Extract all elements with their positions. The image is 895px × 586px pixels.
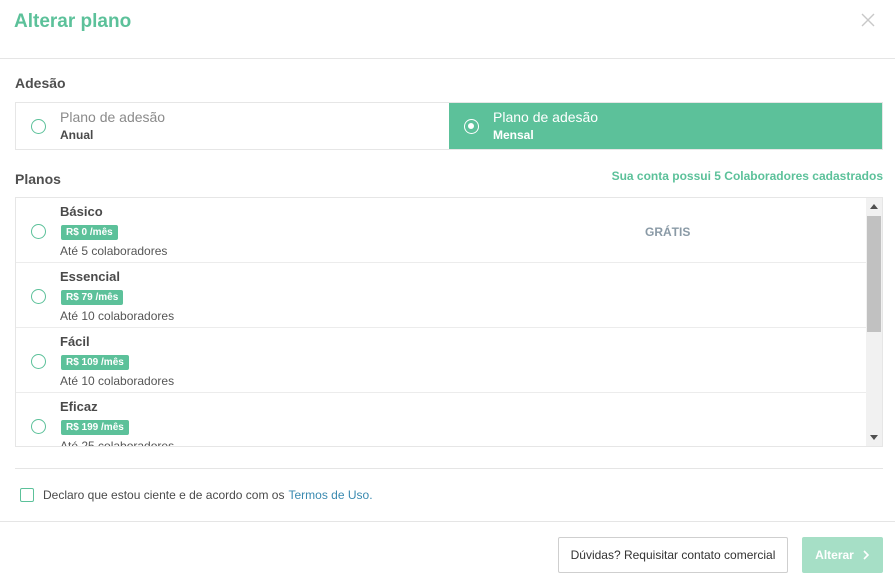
modal-header: Alterar plano [0, 0, 895, 59]
price-badge: R$ 109 /mês [61, 355, 129, 370]
plan-description: Até 10 colaboradores [60, 309, 175, 323]
radio-button[interactable] [31, 224, 46, 239]
plans-scrollbar[interactable] [866, 198, 882, 446]
adesao-option-title: Plano de adesão [60, 109, 166, 125]
plan-name: Essencial [60, 269, 120, 284]
request-contact-button[interactable]: Dúvidas? Requisitar contato comercial [558, 537, 788, 573]
plan-row-facil[interactable]: Fácil R$ 109 /mês Até 10 colaboradores [16, 328, 866, 393]
scroll-down-arrow-icon[interactable] [870, 435, 878, 440]
plan-description: Até 5 colaboradores [60, 244, 168, 258]
plans-list-container: Básico R$ 0 /mês Até 5 colaboradores GRÁ… [15, 197, 883, 447]
adesao-selector: Plano de adesão Anual Plano de adesão Me… [15, 102, 883, 150]
adesao-label: Adesão [15, 75, 66, 91]
plan-name: Fácil [60, 334, 90, 349]
radio-button[interactable] [31, 354, 46, 369]
scroll-up-arrow-icon[interactable] [870, 204, 878, 209]
radio-button-selected[interactable] [464, 119, 479, 134]
adesao-option-period: Anual [60, 128, 94, 142]
plan-row-basico[interactable]: Básico R$ 0 /mês Até 5 colaboradores GRÁ… [16, 198, 866, 263]
terms-text: Declaro que estou ciente e de acordo com… [43, 488, 285, 502]
adesao-option-period: Mensal [493, 128, 534, 142]
modal-title: Alterar plano [14, 11, 132, 32]
radio-button[interactable] [31, 289, 46, 304]
plan-description: Até 25 colaboradores [60, 439, 175, 447]
radio-button[interactable] [31, 119, 46, 134]
plan-free-label: GRÁTIS [645, 225, 691, 239]
terms-agreement: Declaro que estou ciente e de acordo com… [20, 488, 373, 502]
plans-list: Básico R$ 0 /mês Até 5 colaboradores GRÁ… [16, 198, 866, 447]
adesao-option-title: Plano de adesão [493, 109, 599, 125]
alterar-button-label: Alterar [815, 548, 854, 562]
plan-row-essencial[interactable]: Essencial R$ 79 /mês Até 10 colaboradore… [16, 263, 866, 328]
plan-row-eficaz[interactable]: Eficaz R$ 199 /mês Até 25 colaboradores [16, 393, 866, 447]
terms-checkbox[interactable] [20, 488, 34, 502]
alterar-button[interactable]: Alterar [802, 537, 883, 573]
plan-name: Básico [60, 204, 103, 219]
close-icon[interactable] [858, 10, 878, 30]
scrollbar-thumb[interactable] [867, 216, 881, 332]
radio-button[interactable] [31, 419, 46, 434]
plan-description: Até 10 colaboradores [60, 374, 175, 388]
terms-suffix: . [369, 488, 373, 502]
planos-label: Planos [15, 171, 61, 187]
adesao-option-mensal[interactable]: Plano de adesão Mensal [449, 103, 882, 149]
price-badge: R$ 0 /mês [61, 225, 118, 240]
chevron-right-icon [863, 550, 869, 560]
divider [15, 468, 883, 469]
price-badge: R$ 79 /mês [61, 290, 124, 305]
footer-divider [0, 521, 895, 522]
colaboradores-info: Sua conta possui 5 Colaboradores cadastr… [611, 169, 883, 183]
adesao-option-anual[interactable]: Plano de adesão Anual [16, 103, 449, 149]
plan-name: Eficaz [60, 399, 98, 414]
terms-link[interactable]: Termos de Uso [288, 488, 369, 502]
price-badge: R$ 199 /mês [61, 420, 129, 435]
